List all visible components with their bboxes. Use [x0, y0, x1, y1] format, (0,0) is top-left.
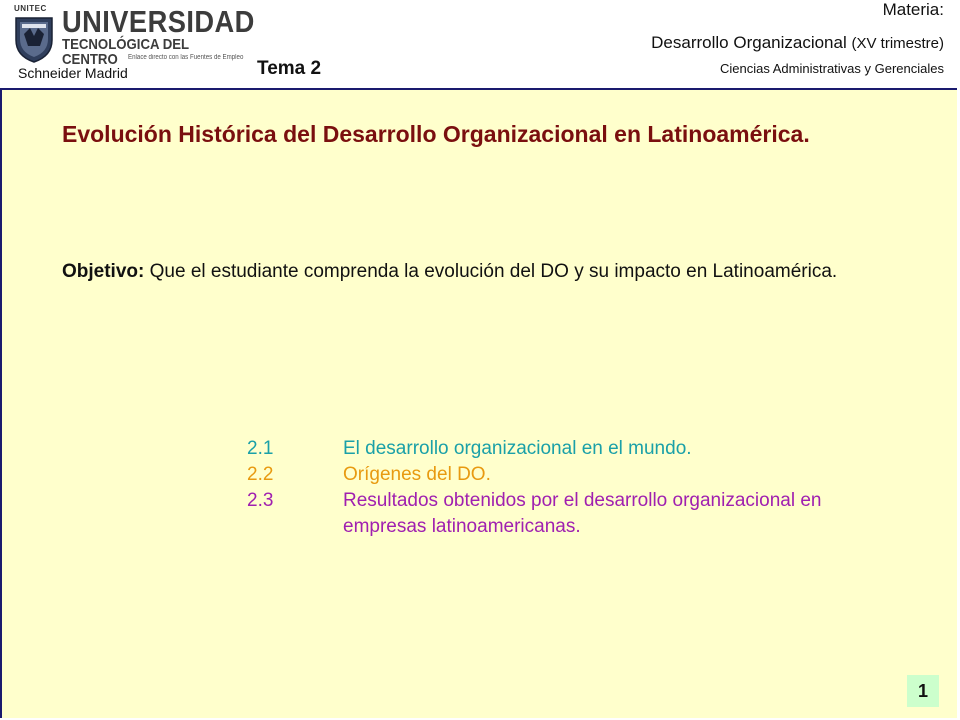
- subject-label: Materia:: [882, 0, 944, 19]
- topic-text: Resultados obtenidos por el desarrollo o…: [343, 490, 822, 537]
- course-name: Desarrollo Organizacional: [651, 33, 847, 52]
- topic-number: Tema 2: [257, 58, 322, 79]
- objective-text: Que el estudiante comprenda la evolución…: [144, 261, 838, 282]
- objective-label: Objetivo:: [62, 261, 145, 282]
- topic-number: 2.1: [247, 438, 274, 459]
- topic-text: El desarrollo organizacional en el mundo…: [343, 438, 692, 459]
- topic-item: 2.3 Resultados obtenidos por el desarrol…: [247, 488, 847, 540]
- logo-small-text: UNITEC: [14, 4, 47, 13]
- topic-number: 2.3: [247, 490, 274, 511]
- course-title: Desarrollo Organizacional (XV trimestre): [651, 33, 944, 53]
- slide-content: Evolución Histórica del Desarrollo Organ…: [0, 88, 957, 718]
- page-number-badge: 1: [907, 675, 939, 707]
- topic-list: 2.1 El desarrollo organizacional en el m…: [247, 436, 847, 540]
- logo-tagline: Enlace directo con las Fuentes de Empleo: [128, 54, 244, 61]
- slide: UNITEC UNIVERSIDAD TECNOLÓGICA DEL CENTR…: [0, 0, 960, 720]
- topic-text: Orígenes del DO.: [343, 464, 491, 485]
- topic-item: 2.1 El desarrollo organizacional en el m…: [247, 436, 847, 462]
- topic-number: 2.2: [247, 464, 274, 485]
- university-logo: UNITEC UNIVERSIDAD TECNOLÓGICA DEL CENTR…: [14, 4, 254, 68]
- author-name: Schneider Madrid: [18, 65, 128, 81]
- course-term: (XV trimestre): [851, 35, 944, 52]
- logo-name-line1: UNIVERSIDAD: [62, 4, 255, 39]
- header: UNITEC UNIVERSIDAD TECNOLÓGICA DEL CENTR…: [0, 0, 960, 88]
- slide-title: Evolución Histórica del Desarrollo Organ…: [62, 121, 810, 147]
- topic-item: 2.2 Orígenes del DO.: [247, 462, 847, 488]
- department: Ciencias Administrativas y Gerenciales: [720, 61, 944, 76]
- logo-name-line2: TECNOLÓGICA DEL CENTRO: [62, 36, 189, 68]
- objective: Objetivo: Que el estudiante comprenda la…: [62, 248, 857, 295]
- shield-icon: [15, 17, 53, 63]
